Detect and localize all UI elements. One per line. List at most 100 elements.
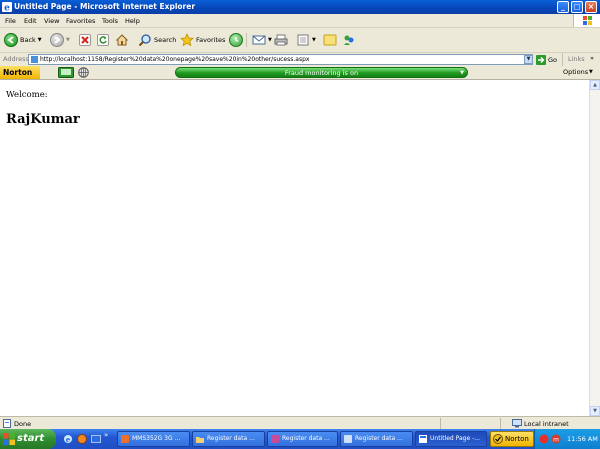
back-label: Back xyxy=(20,36,36,44)
system-tray: m 11:56 AM xyxy=(534,429,600,449)
edit-button[interactable]: ▼ xyxy=(296,32,316,48)
norton-check-icon xyxy=(493,434,503,444)
forward-dropdown-icon[interactable]: ▼ xyxy=(66,37,70,43)
norton-logo[interactable]: Norton xyxy=(0,66,40,79)
menu-bar: File Edit View Favorites Tools Help xyxy=(0,14,600,28)
norton-options-button[interactable]: Options xyxy=(563,68,588,76)
page-content: Welcome: RajKumar xyxy=(0,80,589,416)
messenger-icon xyxy=(344,35,354,45)
minimize-button[interactable]: _ xyxy=(557,1,569,13)
favorites-label: Favorites xyxy=(196,36,226,44)
task-button-1[interactable]: MMS352G 3G ... xyxy=(117,431,190,447)
printer-icon xyxy=(274,34,288,46)
tray-security-icon[interactable] xyxy=(539,434,549,444)
page-icon xyxy=(31,56,38,63)
stop-icon xyxy=(79,34,91,46)
back-dropdown-icon[interactable]: ▼ xyxy=(38,37,42,43)
svg-text:e: e xyxy=(66,435,71,444)
mail-button[interactable]: ▼ xyxy=(252,32,272,48)
svg-text:m: m xyxy=(553,437,559,444)
menu-view[interactable]: View xyxy=(44,17,59,25)
back-button[interactable]: Back ▼ xyxy=(4,32,42,48)
menu-file[interactable]: File xyxy=(5,17,16,25)
quicklaunch-ie-icon[interactable]: e xyxy=(63,434,73,444)
search-button[interactable]: Search xyxy=(138,32,176,48)
norton-monitor-icon[interactable] xyxy=(58,67,74,78)
favorites-button[interactable]: Favorites xyxy=(180,32,225,48)
welcome-label: Welcome: xyxy=(6,90,48,100)
norton-toolbar: Norton Fraud monitoring is on ▼ Options … xyxy=(0,66,600,80)
intranet-zone-icon xyxy=(512,419,522,428)
messenger-button[interactable] xyxy=(342,32,356,48)
status-separator xyxy=(440,418,441,429)
norton-task-label: Norton xyxy=(505,435,529,443)
forward-button[interactable]: ▼ xyxy=(50,32,70,48)
window-app-icon xyxy=(344,435,352,443)
close-button[interactable]: × xyxy=(585,1,597,13)
quicklaunch-firefox-icon[interactable] xyxy=(77,434,87,444)
scroll-up-icon[interactable]: ▲ xyxy=(590,80,600,90)
title-bar[interactable]: e Untitled Page - Microsoft Internet Exp… xyxy=(0,0,600,14)
windows-flag-icon xyxy=(3,433,15,445)
home-icon xyxy=(115,34,129,46)
menu-edit[interactable]: Edit xyxy=(24,17,37,25)
edit-page-icon xyxy=(297,34,309,46)
history-icon xyxy=(229,33,243,47)
task-button-4[interactable]: Register data ... xyxy=(340,431,413,447)
go-button[interactable]: Go xyxy=(536,54,557,65)
stop-button[interactable] xyxy=(79,32,91,48)
home-button[interactable] xyxy=(115,32,129,48)
username-heading: RajKumar xyxy=(6,112,80,127)
address-dropdown-button[interactable]: ▼ xyxy=(524,55,533,64)
edit-dropdown-icon[interactable]: ▼ xyxy=(312,37,316,43)
done-page-icon xyxy=(3,419,11,428)
task-button-active[interactable]: Untitled Page -... xyxy=(415,431,487,447)
window-title: Untitled Page - Microsoft Internet Explo… xyxy=(14,2,196,11)
discuss-note-icon xyxy=(323,34,337,46)
task-label: Register data ... xyxy=(355,435,403,442)
links-chevron-icon[interactable]: » xyxy=(590,54,594,62)
fraud-dropdown-icon[interactable]: ▼ xyxy=(460,68,464,79)
fraud-monitoring-text: Fraud monitoring is on xyxy=(284,69,359,77)
quicklaunch-desktop-icon[interactable] xyxy=(91,434,101,444)
search-label: Search xyxy=(154,36,177,44)
fraud-monitoring-status[interactable]: Fraud monitoring is on ▼ xyxy=(175,67,468,78)
back-arrow-icon xyxy=(4,33,18,47)
start-button[interactable]: start xyxy=(0,429,56,449)
status-bar: Done Local intranet xyxy=(0,416,600,430)
address-bar: Address http://localhost:1158/Register%2… xyxy=(0,53,600,67)
discuss-button[interactable] xyxy=(323,32,337,48)
history-button[interactable] xyxy=(229,32,243,48)
norton-task-button[interactable]: Norton xyxy=(490,431,534,447)
menu-help[interactable]: Help xyxy=(125,17,140,25)
zone-text: Local intranet xyxy=(524,420,569,428)
links-button[interactable]: Links xyxy=(568,55,585,63)
status-text: Done xyxy=(14,420,32,428)
taskbar: start e » MMS352G 3G ... Register data .… xyxy=(0,429,600,449)
address-input[interactable]: http://localhost:1158/Register%20data%20… xyxy=(28,54,533,65)
go-arrow-icon xyxy=(536,54,546,65)
ie-logo-icon: e xyxy=(2,2,12,12)
refresh-icon xyxy=(97,34,109,46)
task-label: MMS352G 3G ... xyxy=(132,435,181,442)
globe-icon[interactable] xyxy=(78,67,89,78)
mail-dropdown-icon[interactable]: ▼ xyxy=(268,37,272,43)
menu-favorites[interactable]: Favorites xyxy=(66,17,95,25)
print-button[interactable] xyxy=(274,32,288,48)
options-dropdown-icon[interactable]: ▼ xyxy=(589,69,593,75)
forward-arrow-icon xyxy=(50,33,64,47)
scroll-down-icon[interactable]: ▼ xyxy=(590,406,600,416)
task-label: Register data ... xyxy=(207,435,255,442)
address-label: Address xyxy=(3,55,29,63)
tray-messenger-icon[interactable]: m xyxy=(551,434,561,444)
menu-tools[interactable]: Tools xyxy=(102,17,118,25)
mail-icon xyxy=(252,35,266,45)
refresh-button[interactable] xyxy=(97,32,109,48)
task-button-2[interactable]: Register data ... xyxy=(192,431,265,447)
vertical-scrollbar[interactable]: ▲ ▼ xyxy=(589,80,600,416)
quicklaunch-chevron-icon[interactable]: » xyxy=(104,431,108,439)
maximize-button[interactable]: □ xyxy=(571,1,583,13)
address-url: http://localhost:1158/Register%20data%20… xyxy=(40,56,310,63)
toolbar: Back ▼ ▼ Search Favorites ▼ ▼ xyxy=(0,28,600,53)
task-button-3[interactable]: Register data ... xyxy=(267,431,338,447)
